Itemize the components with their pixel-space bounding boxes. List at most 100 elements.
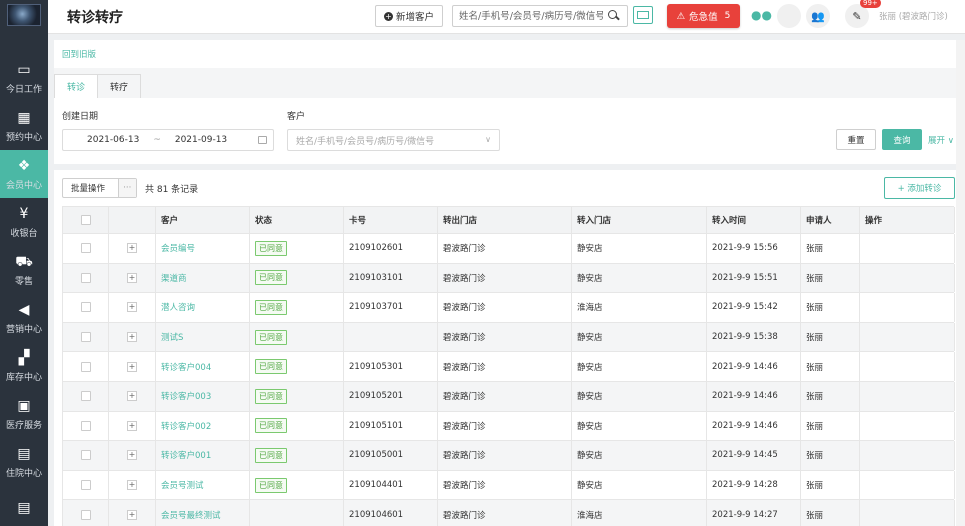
out-store-cell: 碧波路门诊 <box>438 411 572 441</box>
row-checkbox[interactable] <box>80 420 91 431</box>
customer-link[interactable]: 渠道商 <box>161 272 187 284</box>
table-row[interactable]: + 测试S 已同意 碧波路门诊 静安店 2021-9-9 15:38 张丽 <box>62 322 955 353</box>
customer-cell: 会员号最终测试 <box>156 500 250 526</box>
column-header-customer[interactable]: 客户 <box>156 207 250 233</box>
sidebar-item-9[interactable]: ▤ <box>0 486 48 526</box>
back-to-old-version-link[interactable]: 回到旧版 <box>62 48 96 60</box>
sidebar-item-2[interactable]: ❖ 会员中心 <box>0 150 48 198</box>
customer-select[interactable]: 姓名/手机号/会员号/病历号/微信号 ∨ <box>287 129 500 151</box>
tab-referral[interactable]: 转诊 <box>54 74 99 98</box>
table-row[interactable]: + 渠道商 已同意 2109103101 碧波路门诊 静安店 2021-9-9 15:51 张… <box>62 263 955 294</box>
column-header-out-store[interactable]: 转出门店 <box>438 207 572 233</box>
search-icon[interactable] <box>607 9 621 23</box>
sidebar-item-1[interactable]: ▦ 预约中心 <box>0 102 48 150</box>
add-referral-button[interactable]: + 添加转诊 <box>884 177 955 199</box>
row-checkbox[interactable] <box>80 243 91 254</box>
out-store-cell: 碧波路门诊 <box>438 441 572 470</box>
applicant-cell: 张丽 <box>801 500 860 526</box>
column-header-status[interactable]: 状态 <box>250 207 344 233</box>
expand-row-icon[interactable]: + <box>127 509 137 520</box>
table-row[interactable]: + 转诊客户004 已同意 2109105301 碧波路门诊 静安店 2021-9-9 14… <box>62 352 955 382</box>
critical-value-label: 危急值 <box>689 12 718 23</box>
sidebar-item-0[interactable]: ▭ 今日工作 <box>0 54 48 102</box>
column-header-card[interactable]: 卡号 <box>344 207 438 233</box>
row-checkbox[interactable] <box>80 361 91 372</box>
query-button[interactable]: 查询 <box>882 129 922 150</box>
expand-row-icon[interactable]: + <box>127 332 137 343</box>
customer-link[interactable]: 测试S <box>161 331 183 343</box>
row-checkbox[interactable] <box>80 302 91 313</box>
sidebar-item-5[interactable]: ◀ 营销中心 <box>0 294 48 342</box>
select-all-checkbox[interactable] <box>80 215 91 225</box>
expand-row-icon[interactable]: + <box>127 450 137 461</box>
customer-link[interactable]: 会员号测试 <box>161 479 204 491</box>
id-card-reader-button[interactable] <box>633 6 653 24</box>
table-row[interactable]: + 潜人咨询 已同意 2109103701 碧波路门诊 淮海店 2021-9-9 15:42… <box>62 293 955 323</box>
reset-button[interactable]: 重置 <box>836 129 876 150</box>
group-icon[interactable]: 👥 <box>806 4 830 28</box>
global-search-input[interactable] <box>453 6 603 26</box>
card-number-cell: 2109105001 <box>344 441 438 470</box>
row-expand-cell: + <box>109 263 156 293</box>
table-row[interactable]: + 会员编号 已同意 2109102601 碧波路门诊 静安店 2021-9-9 15:56… <box>62 234 955 264</box>
sidebar-item-7[interactable]: ▣ 医疗服务 <box>0 390 48 438</box>
status-cell: 已同意 <box>250 470 344 500</box>
date-range-picker[interactable]: 2021-06-13 ~ 2021-09-13 <box>62 129 274 151</box>
row-checkbox[interactable] <box>80 509 91 520</box>
customer-link[interactable]: 会员号最终测试 <box>161 509 221 521</box>
table-row[interactable]: + 转诊客户002 已同意 2109105101 碧波路门诊 静安店 2021-9-9 14… <box>62 411 955 442</box>
table-row[interactable]: + 转诊客户003 已同意 2109105201 碧波路门诊 静安店 2021-9-9 14… <box>62 381 955 412</box>
expand-row-icon[interactable]: + <box>127 243 137 254</box>
customer-link[interactable]: 转诊客户001 <box>161 449 211 461</box>
scrollbar[interactable] <box>956 40 965 526</box>
sidebar-item-6[interactable]: ▞ 库存中心 <box>0 342 48 390</box>
status-cell: 已同意 <box>250 352 344 381</box>
table-row[interactable]: + 会员号测试 已同意 2109104401 碧波路门诊 静安店 2021-9-9 14:2… <box>62 470 955 501</box>
more-icon[interactable]: ··· <box>117 179 136 197</box>
row-checkbox-cell <box>63 234 109 263</box>
status-cell: 已同意 <box>250 263 344 293</box>
row-checkbox[interactable] <box>80 450 91 461</box>
sidebar-item-8[interactable]: ▤ 住院中心 <box>0 438 48 486</box>
expand-row-icon[interactable]: + <box>127 480 137 491</box>
sidebar-item-3[interactable]: ¥ 收银台 <box>0 198 48 246</box>
new-customer-button[interactable]: + 新增客户 <box>375 5 443 27</box>
actions-cell <box>860 411 955 441</box>
expand-row-icon[interactable]: + <box>127 361 137 372</box>
sidebar-nav: ▭ 今日工作 ▦ 预约中心 ❖ 会员中心 ¥ 收银台 ⛟ 零售 ◀ 营销中心 ▞ 库存中心 ▣ 医疗服务 ▤ 住院… <box>0 54 48 526</box>
expand-row-icon[interactable]: + <box>127 302 137 313</box>
customer-link[interactable]: 会员编号 <box>161 242 195 254</box>
expand-row-icon[interactable]: + <box>127 272 137 283</box>
warning-icon: ⚠ <box>676 10 686 22</box>
date-start: 2021-06-13 <box>87 135 140 145</box>
wechat-icon[interactable]: ●● <box>751 8 772 24</box>
row-checkbox[interactable] <box>80 272 91 283</box>
table-row[interactable]: + 会员号最终测试 2109104601 碧波路门诊 淮海店 2021-9-9 14:27… <box>62 500 955 526</box>
table-row[interactable]: + 转诊客户001 已同意 2109105001 碧波路门诊 静安店 2021-9-9 14… <box>62 441 955 471</box>
tab-transfer-treatment[interactable]: 转疗 <box>97 74 142 98</box>
current-user[interactable]: 张丽 (碧波路门诊) <box>879 10 948 22</box>
column-header-in-store[interactable]: 转入门店 <box>572 207 707 233</box>
batch-actions-button[interactable]: 批量操作 ··· <box>62 178 137 198</box>
customer-link[interactable]: 转诊客户003 <box>161 390 211 402</box>
row-checkbox[interactable] <box>80 480 91 491</box>
expand-row-icon[interactable]: + <box>127 391 137 402</box>
customer-link[interactable]: 转诊客户004 <box>161 361 211 373</box>
sidebar-item-4[interactable]: ⛟ 零售 <box>0 246 48 294</box>
avatar[interactable] <box>777 4 801 28</box>
expand-row-icon[interactable]: + <box>127 420 137 431</box>
critical-value-button[interactable]: ⚠ 危急值 5 <box>667 4 740 28</box>
status-cell: 已同意 <box>250 234 344 263</box>
column-header-in-time[interactable]: 转入时间 <box>707 207 801 233</box>
customer-link[interactable]: 潜人咨询 <box>161 301 195 313</box>
expand-filters-link[interactable]: 展开 ∨ <box>928 134 954 146</box>
applicant-cell: 张丽 <box>801 322 860 352</box>
app-logo[interactable] <box>0 0 48 30</box>
in-time-cell: 2021-9-9 14:28 <box>707 470 801 500</box>
customer-link[interactable]: 转诊客户002 <box>161 420 211 432</box>
row-checkbox[interactable] <box>80 391 91 402</box>
applicant-cell: 张丽 <box>801 352 860 381</box>
column-header-applicant[interactable]: 申请人 <box>801 207 860 233</box>
row-checkbox[interactable] <box>80 332 91 343</box>
actions-cell <box>860 441 955 470</box>
